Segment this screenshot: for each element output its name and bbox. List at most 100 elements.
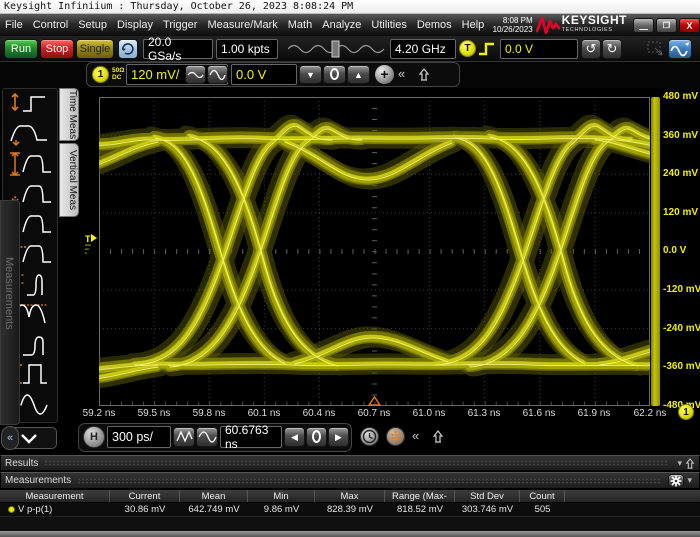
measurements-panel-header[interactable]: Measurements ▾ <box>0 472 700 489</box>
offset-up-button[interactable]: ▲ <box>347 65 370 84</box>
add-channel-button[interactable]: + <box>375 65 394 84</box>
menu-help[interactable]: Help <box>457 14 490 36</box>
timebase-position-field[interactable]: 60.6763 ns <box>220 426 282 448</box>
redo-button[interactable]: ↻ <box>602 39 622 59</box>
timebase-zoom-in-button[interactable] <box>196 427 218 447</box>
menu-control[interactable]: Control <box>28 14 73 36</box>
meas-icon-fall-time[interactable] <box>5 119 55 149</box>
waveform-touch-icon <box>669 40 691 58</box>
measurement-name: V p-p(1) <box>18 504 52 515</box>
slider-handle-icon[interactable] <box>332 41 339 57</box>
dotted-column-icon <box>387 428 404 445</box>
col-measurement[interactable]: Measurement <box>0 490 110 502</box>
histogram-ball-button[interactable] <box>386 427 405 446</box>
trigger-level-marker[interactable]: T ------ <box>85 234 101 256</box>
coupling-mode: DC <box>112 74 124 81</box>
menu-analyze[interactable]: Analyze <box>317 14 366 36</box>
trigger-marker-dashes: ------ <box>85 244 101 256</box>
memory-depth-field[interactable]: 1.00 kpts <box>216 39 278 59</box>
col-range[interactable]: Range (Max-Min) <box>385 490 455 502</box>
clock-date: 10/26/2023 <box>493 25 533 34</box>
timebase-scale-field[interactable]: 300 ps/ <box>107 426 171 448</box>
meas-icon-rise-time[interactable] <box>5 89 55 119</box>
window-title: Keysight Infiniium : Thursday, October 2… <box>0 0 700 14</box>
vertical-scale-scrollbar[interactable] <box>651 97 660 406</box>
close-button[interactable]: X <box>679 18 700 33</box>
channel1-color-dot <box>8 506 15 513</box>
waveform-display[interactable]: T ------ 480 mV 360 mV 240 mV 120 mV 0.0… <box>80 88 700 455</box>
menu-measure-mark[interactable]: Measure/Mark <box>202 14 282 36</box>
x-tick-label: 60.4 ns <box>297 408 341 419</box>
offset-down-button[interactable]: ▼ <box>299 65 322 84</box>
oscilloscope-screen: Keysight Infiniium : Thursday, October 2… <box>0 0 700 537</box>
window-resize-strip <box>0 531 700 537</box>
trigger-source-badge[interactable]: T <box>459 40 476 57</box>
minimize-button[interactable]: — <box>633 18 654 33</box>
sample-rate-field[interactable]: 20.0 GSa/s <box>143 39 213 59</box>
zero-icon <box>312 430 321 443</box>
menu-setup[interactable]: Setup <box>73 14 112 36</box>
channel1-badge[interactable]: 1 <box>92 66 109 83</box>
clock-icon <box>361 428 378 445</box>
acquisition-clock-button[interactable] <box>360 427 379 446</box>
eye-diagram-plot[interactable] <box>99 97 650 406</box>
col-max[interactable]: Max <box>315 490 385 502</box>
channel1-coupling: 50Ω DC <box>112 67 124 81</box>
touch-toggle-button[interactable] <box>668 39 692 59</box>
tab-time-meas[interactable]: Time Meas <box>59 88 79 141</box>
measurement-range: 818.52 mV <box>385 503 455 516</box>
undo-button[interactable]: ↺ <box>581 39 601 59</box>
timebase-zoom-out-button[interactable] <box>173 427 195 447</box>
collapse-horizontal-button[interactable]: « <box>412 428 419 443</box>
clear-display-button[interactable] <box>118 39 138 59</box>
trigger-level-field[interactable]: 0.0 V <box>500 39 578 59</box>
zoom-box-icon[interactable] <box>647 41 665 57</box>
horizontal-badge[interactable]: H <box>83 426 105 448</box>
measurements-texture <box>77 478 662 484</box>
col-std-dev[interactable]: Std Dev <box>455 490 520 502</box>
trigger-edge-icon[interactable] <box>478 41 498 57</box>
measurements-collapse-caret[interactable]: ▾ <box>684 475 695 486</box>
measurements-settings-button[interactable] <box>668 474 684 488</box>
channel1-position-badge[interactable]: 1 <box>678 404 694 420</box>
y-tick-label: 0.0 V <box>663 245 700 256</box>
run-button[interactable]: Run <box>4 39 38 59</box>
col-count[interactable]: Count <box>520 490 565 502</box>
channel1-offset-field[interactable]: 0.0 V <box>231 64 297 85</box>
bandwidth-slider[interactable] <box>288 40 388 58</box>
position-right-button[interactable]: ▶ <box>328 427 349 447</box>
pin-icon[interactable] <box>685 457 695 470</box>
single-button[interactable]: Single <box>76 39 114 59</box>
results-collapse-caret[interactable]: ▾ <box>674 458 685 469</box>
measurements-side-panel[interactable]: Measurements <box>0 200 20 425</box>
pin-icon[interactable] <box>432 429 444 444</box>
results-panel-header[interactable]: Results ▾ <box>0 455 700 471</box>
scale-decrease-button[interactable] <box>185 65 206 84</box>
position-left-button[interactable]: ◀ <box>284 427 305 447</box>
timebase-scale-value: 300 ps/ <box>112 430 153 444</box>
tab-vertical-meas[interactable]: Vertical Meas <box>59 143 79 217</box>
col-current[interactable]: Current <box>110 490 180 502</box>
offset-zero-button[interactable] <box>323 65 346 84</box>
pin-icon[interactable] <box>418 67 430 82</box>
menu-trigger[interactable]: Trigger <box>158 14 202 36</box>
meas-icon-amplitude[interactable] <box>5 149 55 179</box>
menu-math[interactable]: Math <box>283 14 317 36</box>
restore-button[interactable]: ❐ <box>656 18 677 33</box>
menu-file[interactable]: File <box>0 14 28 36</box>
bandwidth-field[interactable]: 4.20 GHz <box>390 39 456 59</box>
clock-time: 8:08 PM <box>493 16 533 25</box>
menu-utilities[interactable]: Utilities <box>366 14 411 36</box>
menu-display[interactable]: Display <box>112 14 158 36</box>
col-mean[interactable]: Mean <box>180 490 248 502</box>
keysight-spark-icon <box>536 15 562 35</box>
col-min[interactable]: Min <box>248 490 315 502</box>
position-zero-button[interactable] <box>306 427 327 447</box>
x-tick-label: 62.2 ns <box>628 408 672 419</box>
measurement-row-vpp[interactable]: V p-p(1) 30.86 mV 642.749 mV 9.86 mV 828… <box>0 503 700 516</box>
menu-demos[interactable]: Demos <box>412 14 457 36</box>
stop-button[interactable]: Stop <box>40 39 74 59</box>
scale-increase-button[interactable] <box>207 65 228 84</box>
collapse-sidebar-button[interactable]: « <box>1 426 19 450</box>
collapse-channel-button[interactable]: « <box>398 66 405 81</box>
